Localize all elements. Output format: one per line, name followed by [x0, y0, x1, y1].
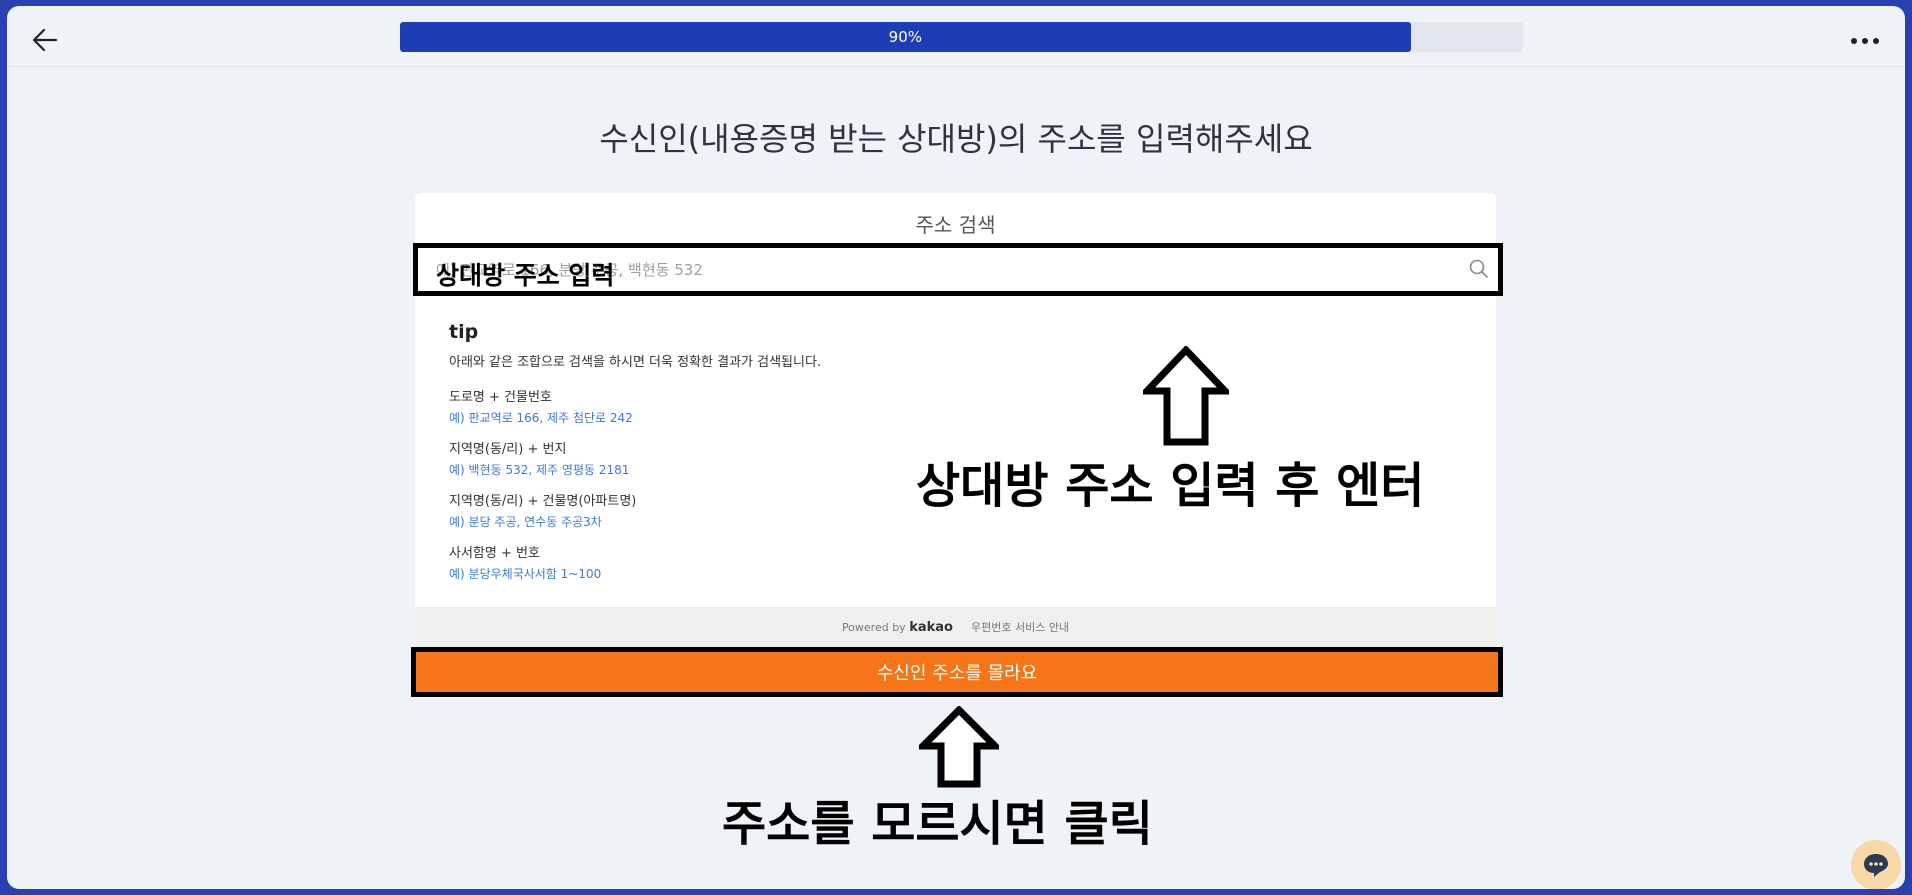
page-title: 수신인(내용증명 받는 상대방)의 주소를 입력해주세요 — [599, 120, 1313, 158]
ellipsis-icon — [1851, 38, 1879, 44]
postcode-service-link[interactable]: 우편번호 서비스 안내 — [971, 619, 1069, 635]
kakao-logo: kakao — [909, 619, 953, 635]
tip-example: 예) 백현동 532, 제주 영평동 2181 — [449, 463, 630, 477]
address-search-input[interactable] — [418, 248, 1446, 291]
progress-bar: 90% — [400, 22, 1523, 52]
tip-label: 지역명(동/리) + 건물명(아파트명) — [449, 494, 637, 509]
tip-example: 예) 판교역로 166, 제주 첨단로 242 — [449, 411, 633, 425]
search-icon[interactable] — [1468, 258, 1490, 280]
more-options-button[interactable] — [1847, 26, 1883, 56]
arrow-left-icon — [32, 28, 58, 52]
search-footer: Powered by kakao 우편번호 서비스 안내 — [415, 607, 1496, 647]
address-search-title: 주소 검색 — [915, 213, 996, 237]
chat-bubble-icon — [1864, 854, 1888, 877]
tip-label: 도로명 + 건물번호 — [449, 390, 552, 405]
click-hint-annotation: 주소를 모르시면 클릭 — [722, 796, 1153, 852]
powered-by-label: Powered by — [841, 620, 906, 634]
search-tips: tip 아래와 같은 조합으로 검색을 하시면 더욱 정확한 결과가 검색됩니다… — [449, 321, 821, 594]
unknown-address-button[interactable]: 수신인 주소를 몰라요 — [411, 647, 1503, 697]
progress-fill: 90% — [400, 22, 1411, 52]
enter-hint-annotation: 상대방 주소 입력 후 엔터 — [916, 458, 1425, 514]
progress-label: 90% — [888, 28, 923, 46]
chat-button[interactable] — [1851, 840, 1901, 889]
tip-label: 사서함명 + 번호 — [449, 546, 540, 561]
tip-example: 예) 분당 주공, 연수동 주공3차 — [449, 515, 602, 529]
up-arrow-annotation-icon — [1143, 346, 1229, 446]
powered-by: Powered by kakao — [842, 620, 953, 635]
tip-heading: tip — [449, 321, 479, 343]
app-frame: 90% 수신인(내용증명 받는 상대방)의 주소를 입력해주세요 주소 검색 상… — [7, 6, 1905, 889]
up-arrow-annotation-icon — [919, 706, 999, 788]
top-bar: 90% — [7, 6, 1905, 67]
tip-label: 지역명(동/리) + 번지 — [449, 442, 567, 457]
address-search-box: 상대방 주소 입력 — [413, 243, 1503, 296]
tip-example: 예) 분당우체국사서함 1~100 — [449, 567, 602, 581]
tip-description: 아래와 같은 조합으로 검색을 하시면 더욱 정확한 결과가 검색됩니다. — [449, 355, 822, 370]
address-search-card: 주소 검색 상대방 주소 입력 tip 아래와 같은 조합으로 검색을 하시면 … — [413, 193, 1503, 647]
back-button[interactable] — [27, 22, 63, 58]
